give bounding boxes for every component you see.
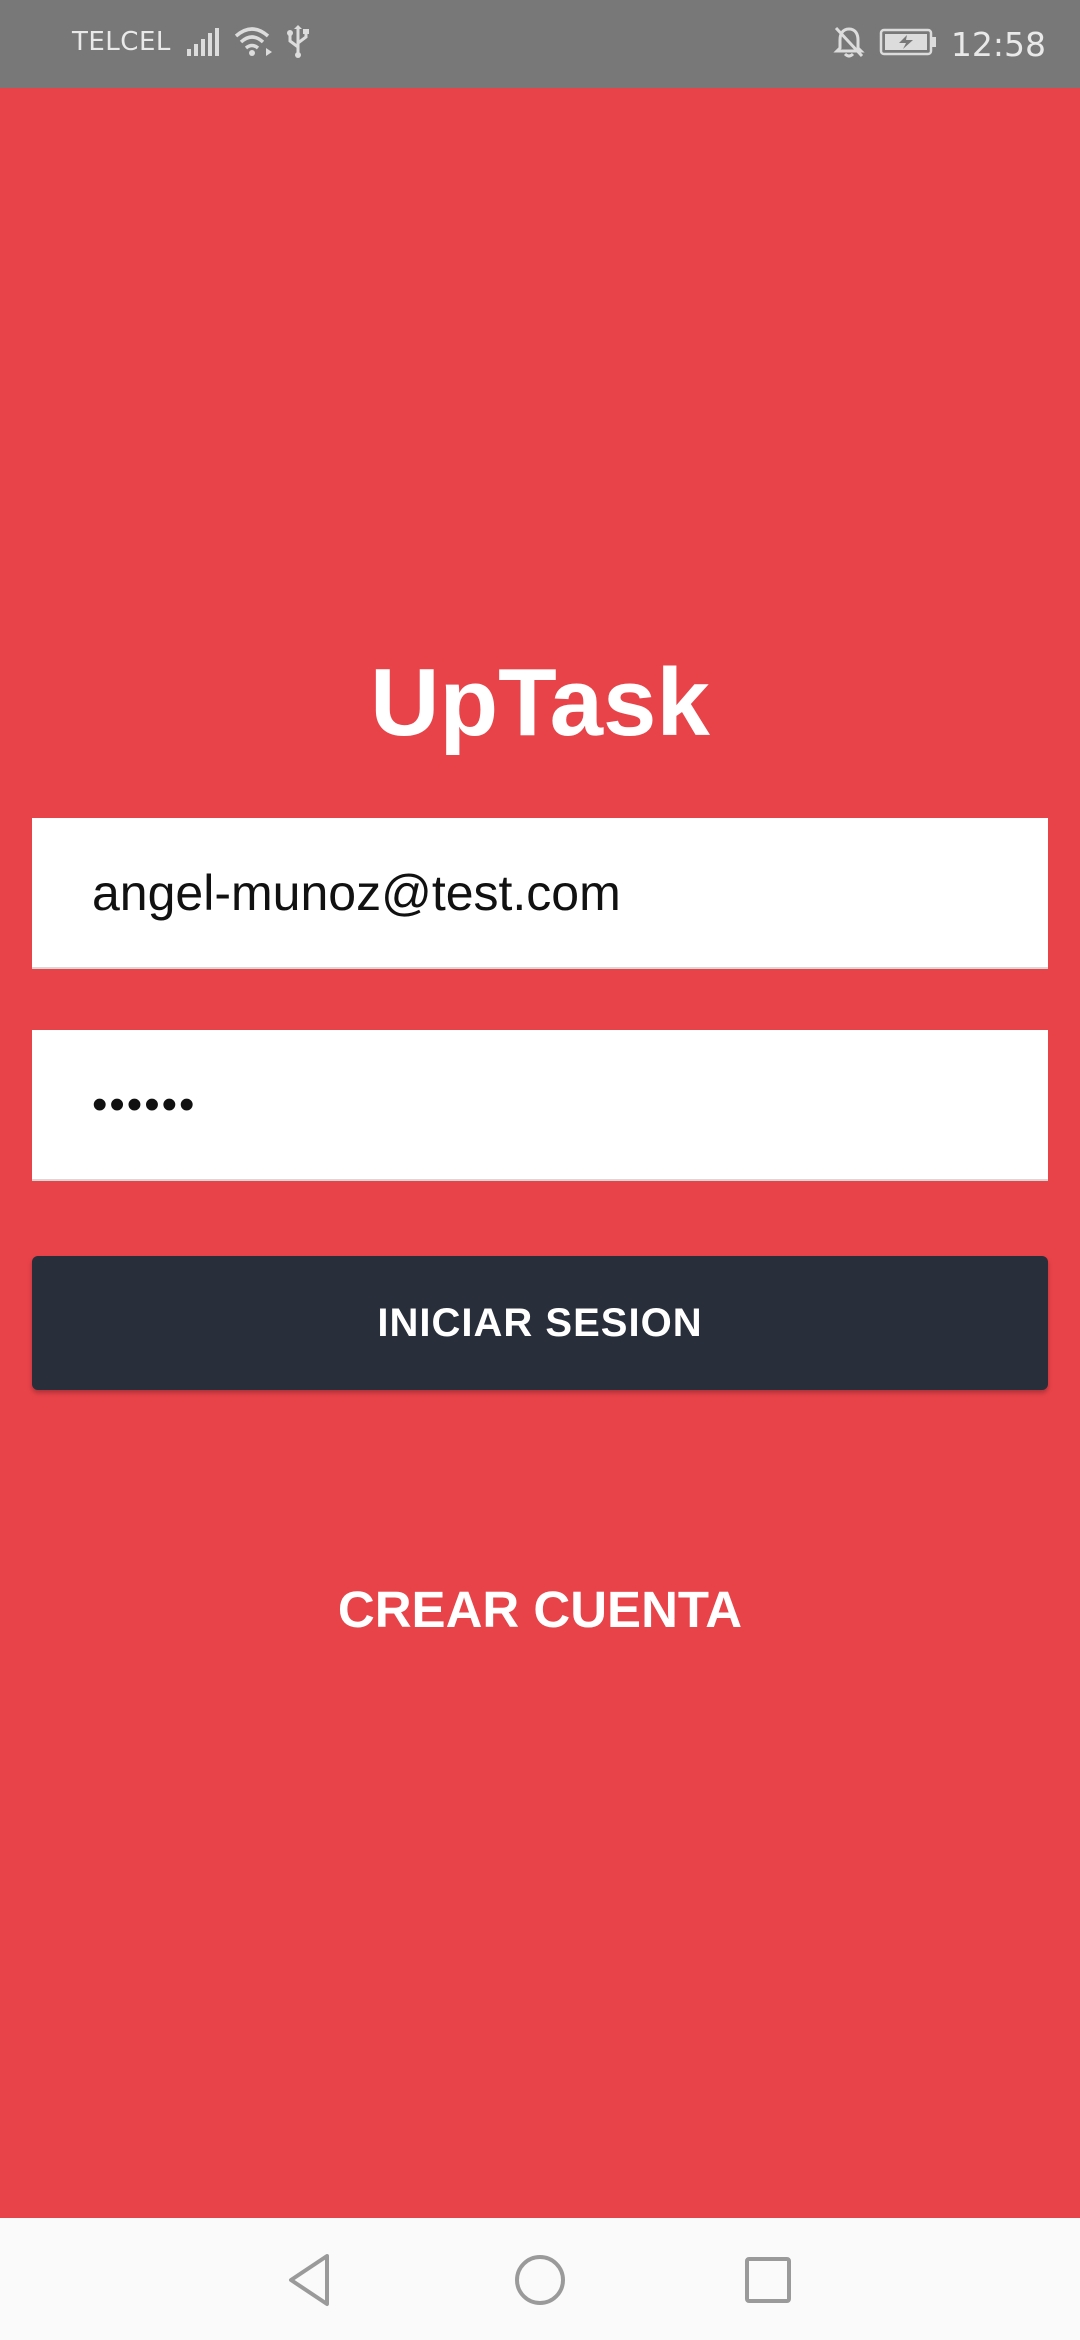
status-icons-right: 12:58	[833, 22, 1046, 66]
recents-icon[interactable]	[728, 2240, 808, 2320]
app-title: UpTask	[370, 649, 710, 756]
home-icon[interactable]	[500, 2240, 580, 2320]
signal-icon	[186, 27, 222, 61]
create-account-link[interactable]: CREAR CUENTA	[0, 1572, 1080, 1648]
back-icon[interactable]	[270, 2240, 350, 2320]
status-bar: TELCEL 12:58	[0, 0, 1080, 88]
status-icons-left	[186, 24, 310, 64]
notifications-off-icon	[833, 25, 865, 63]
usb-icon	[286, 25, 310, 63]
navigation-bar	[0, 2218, 1080, 2340]
wifi-icon	[234, 26, 274, 62]
carrier-name: TELCEL	[72, 27, 171, 57]
battery-charging-icon	[879, 27, 937, 61]
login-button-label: INICIAR SESION	[377, 1300, 703, 1345]
clock: 12:58	[950, 24, 1046, 64]
password-field[interactable]	[32, 1030, 1048, 1181]
email-field[interactable]	[32, 818, 1048, 969]
login-button[interactable]: INICIAR SESION	[32, 1256, 1048, 1390]
login-screen: TELCEL 12:58 UpTask angel-munoz@test.com…	[0, 0, 1080, 2340]
